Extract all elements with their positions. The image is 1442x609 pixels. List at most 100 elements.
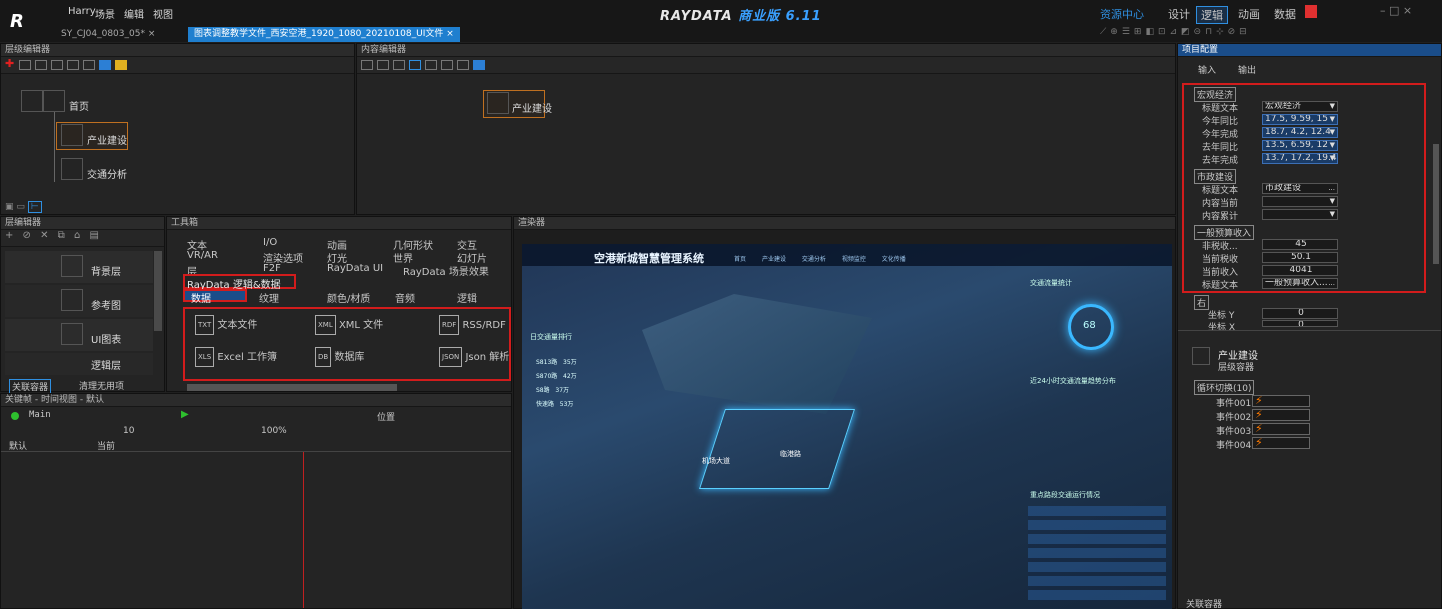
tile-excel[interactable]: XLS Excel 工作簿 (195, 347, 305, 371)
menu-scene[interactable]: 场景 (95, 6, 115, 21)
group-macro[interactable]: 宏观经济 (1194, 87, 1237, 102)
loop-group[interactable]: 循环切换(10) (1194, 380, 1255, 395)
node-industry[interactable]: 产业建设 (87, 132, 127, 147)
field-content-total[interactable]: ▼ (1262, 209, 1338, 220)
record-icon[interactable] (11, 412, 19, 420)
tool-icon[interactable] (83, 60, 96, 70)
tool-raydata-ui[interactable]: RayData UI (327, 263, 383, 274)
field-coord-x[interactable]: 0 (1262, 320, 1338, 327)
tool-audio[interactable]: 音频 (395, 290, 415, 305)
event-field-2[interactable]: ⚡ (1252, 408, 1310, 421)
user-name[interactable]: Harry (68, 6, 96, 17)
tab-file-2[interactable]: 图表调整教学文件_西安空港_1920_1080_20210108_UI文件 × (188, 27, 460, 42)
node-industry-icon[interactable] (61, 124, 83, 146)
tool-icon[interactable] (377, 60, 389, 70)
tab-file-1[interactable]: SY_CJ04_0803_05* × (55, 27, 161, 42)
event-field-3[interactable]: ⚡ (1252, 422, 1310, 435)
tool-icon[interactable] (51, 60, 64, 70)
field-last-year-done[interactable]: 13.7, 17.2, 19.4 ▼ (1262, 153, 1338, 164)
tool-icon[interactable] (19, 60, 32, 70)
main-track[interactable]: Main (29, 410, 51, 420)
layer-row-logic[interactable] (5, 353, 153, 375)
content-node-label: 产业建设 (512, 104, 552, 115)
h-scrollbar[interactable] (187, 384, 397, 391)
field-this-year-yoy[interactable]: 17.5, 9.59, 15 ▼ (1262, 114, 1338, 125)
tool-data[interactable]: 数据 (191, 290, 211, 305)
node-home[interactable]: 首页 (69, 98, 89, 113)
tile-xml-file[interactable]: XML XML 文件 (315, 315, 415, 339)
render-viewport[interactable]: 空港新城智慧管理系统 首页 产业建设 交通分析 视频监控 文化传播 机场大道 临… (522, 244, 1172, 609)
tool-color-material[interactable]: 颜色/材质 (327, 290, 370, 305)
tool-icon[interactable] (115, 60, 128, 70)
node-home-icon[interactable] (21, 90, 43, 112)
tool-logic[interactable]: 逻辑 (457, 290, 477, 305)
group-right[interactable]: 右 (1194, 295, 1210, 310)
field-title[interactable]: 宏观经济 ▼ (1262, 101, 1338, 112)
add-red-icon[interactable]: ✚ (5, 57, 14, 70)
tool-icon[interactable] (361, 60, 373, 70)
layer-reference[interactable]: 参考图 (91, 297, 121, 312)
tool-icon[interactable] (441, 60, 453, 70)
zoom-level[interactable]: 100% (261, 426, 287, 436)
tool-f2f[interactable]: F2F (263, 263, 281, 274)
data-tab[interactable]: 数据 (1274, 6, 1296, 22)
row-label: 标题文本 (1202, 104, 1239, 114)
tool-texture[interactable]: 纹理 (259, 290, 279, 305)
design-tab[interactable]: 设计 (1168, 6, 1190, 22)
tool-icon[interactable] (473, 60, 485, 70)
field-last-year-yoy[interactable]: 13.5, 6.59, 12 ▼ (1262, 140, 1338, 151)
layer-logic[interactable]: 逻辑层 (91, 357, 121, 372)
field-title[interactable]: 一般预算收入...... (1262, 278, 1338, 289)
field-title[interactable]: 市政建设... (1262, 183, 1338, 194)
tool-icon[interactable] (67, 60, 80, 70)
field-tax[interactable]: 50.1 (1262, 252, 1338, 263)
tile-rss[interactable]: RDF RSS/RDF 消 (439, 315, 509, 339)
scrollbar[interactable] (154, 251, 162, 331)
playhead[interactable] (303, 452, 304, 608)
group-budget[interactable]: 一般预算收入 (1194, 225, 1255, 240)
link-container-button[interactable]: 关联容器 (9, 379, 52, 394)
tool-icon[interactable] (393, 60, 405, 70)
field-coord-y[interactable]: 0 (1262, 308, 1338, 319)
tool-icon[interactable] (457, 60, 469, 70)
config-scrollbar[interactable] (1433, 144, 1439, 264)
node-traffic[interactable]: 交通分析 (87, 166, 127, 181)
pdf-icon[interactable] (1305, 5, 1317, 18)
layer-background[interactable]: 背景层 (91, 263, 121, 278)
event-field-4[interactable]: ⚡ (1252, 436, 1310, 449)
cleanup-button[interactable]: 清理无用项 (79, 379, 124, 392)
event-field-1[interactable]: ⚡ (1252, 394, 1310, 407)
field-income[interactable]: 4041 (1262, 265, 1338, 276)
tool-io[interactable]: I/O (263, 237, 277, 248)
logic-tab[interactable]: 逻辑 (1196, 6, 1228, 24)
field-this-year-done[interactable]: 18.7, 4.2, 12.4 ▼ (1262, 127, 1338, 138)
panel-footer-icons[interactable]: ▣ ▭ ⊢ (5, 201, 42, 213)
link-container-footer[interactable]: 关联容器 (1186, 597, 1222, 609)
tool-icon[interactable] (99, 60, 112, 70)
tool-icon[interactable] (409, 60, 421, 70)
layer-tools[interactable]: + ⊘ ✕ ⧉ ⌂ ▤ (5, 230, 102, 241)
input-button[interactable]: 输入 (1198, 63, 1216, 76)
tool-vr[interactable]: VR/AR (187, 250, 218, 261)
play-icon[interactable]: ▶ (181, 409, 189, 420)
animation-tab[interactable]: 动画 (1238, 6, 1260, 22)
field-content-current[interactable]: ▼ (1262, 196, 1338, 207)
window-controls[interactable]: – □ × (1380, 4, 1412, 17)
group-municipal[interactable]: 市政建设 (1194, 169, 1237, 184)
toolbar-icons[interactable]: ⟋⊕☰⊞◧⊡⊿◩⊝⊓⊹⊘⊟ (1100, 27, 1380, 39)
frame-number[interactable]: 10 (123, 426, 134, 436)
tile-database[interactable]: DB 数据库 (315, 347, 415, 371)
node-home-icon[interactable] (43, 90, 65, 112)
tool-icon[interactable] (35, 60, 48, 70)
field-nontax[interactable]: 45 (1262, 239, 1338, 250)
tile-text-file[interactable]: TXT 文本文件 (195, 315, 295, 339)
output-button[interactable]: 输出 (1238, 63, 1256, 76)
menu-edit[interactable]: 编辑 (124, 6, 144, 21)
tool-raydata-effects[interactable]: RayData 场景效果 (403, 263, 489, 278)
tool-icon[interactable] (425, 60, 437, 70)
node-traffic-icon[interactable] (61, 158, 83, 180)
menu-view[interactable]: 视图 (153, 6, 173, 21)
tile-json[interactable]: JSON Json 解析器 (439, 347, 509, 371)
layer-ui-chart[interactable]: UI图表 (91, 331, 121, 346)
resource-center-button[interactable]: 资源中心 (1100, 6, 1144, 22)
